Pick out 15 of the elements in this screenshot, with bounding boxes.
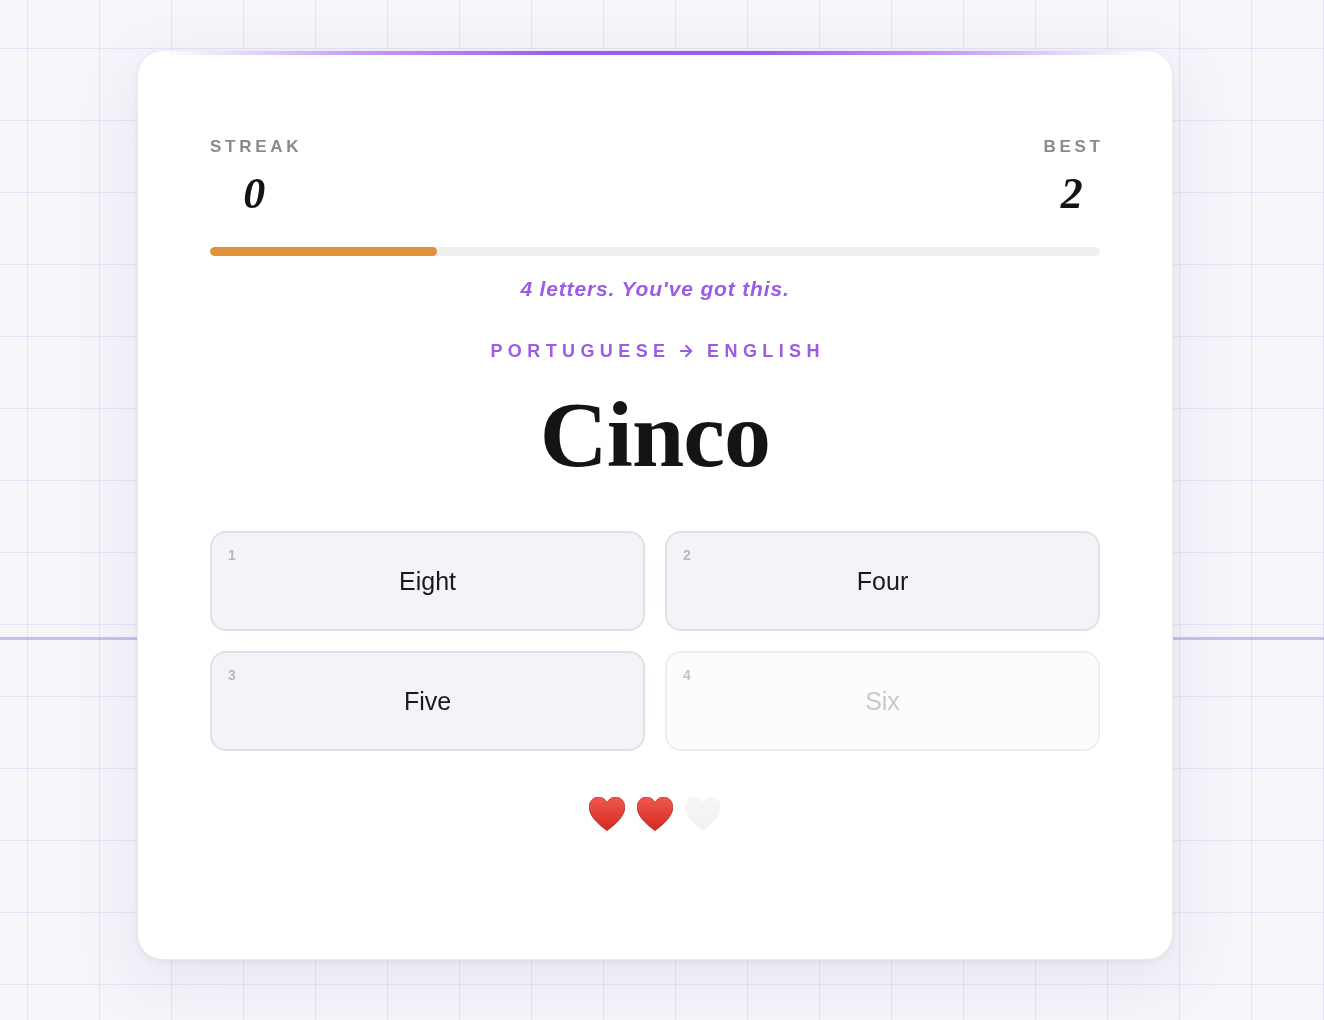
option-number: 3	[228, 667, 236, 683]
answer-option[interactable]: 2 Four	[665, 531, 1100, 631]
answer-option[interactable]: 3 Five	[210, 651, 645, 751]
stat-value: 2	[1060, 169, 1083, 219]
hint-text: 4 letters. You've got this.	[519, 276, 791, 302]
option-number: 4	[683, 667, 691, 683]
stat-label: STREAK	[210, 137, 303, 157]
target-language: ENGLISH	[707, 340, 825, 362]
answer-option[interactable]: 1 Eight	[210, 531, 645, 631]
stat-value: 0	[243, 169, 266, 219]
option-number: 2	[683, 547, 691, 563]
source-language: PORTUGUESE	[490, 340, 671, 362]
stat-label: BEST	[1043, 137, 1104, 157]
quiz-word: Cinco	[539, 384, 771, 484]
option-number: 1	[228, 547, 236, 563]
